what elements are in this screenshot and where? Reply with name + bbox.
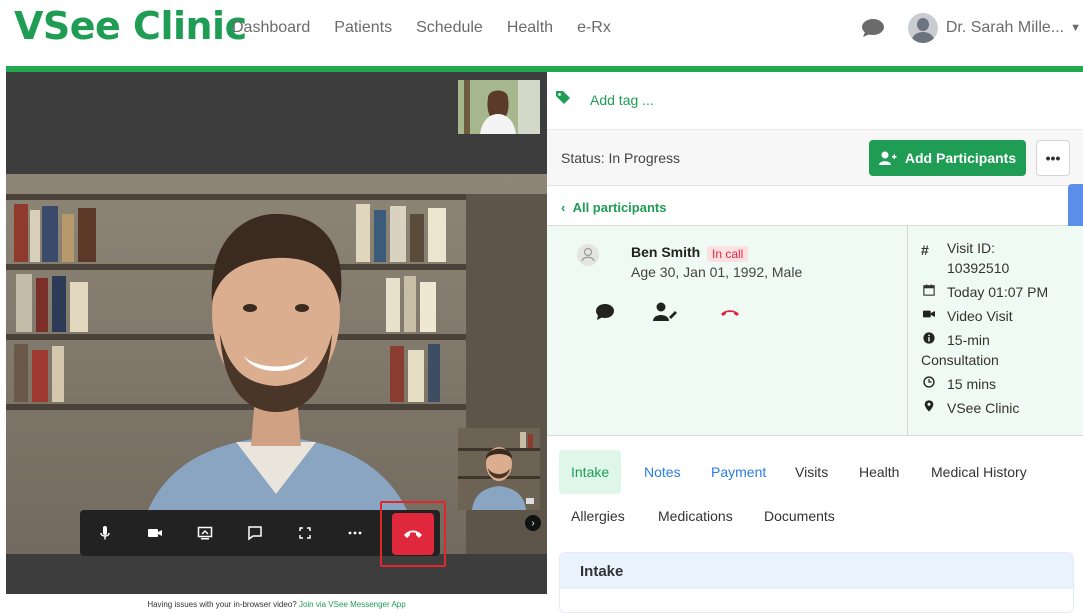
participant-actions [596,302,739,322]
tab-allergies[interactable]: Allergies [559,494,637,538]
screen-share-icon[interactable] [180,510,230,556]
card-divider [907,226,908,436]
hangup-button[interactable] [392,513,434,555]
add-user-icon [878,151,897,165]
video-camera-icon [923,310,935,318]
end-patient-call-icon[interactable] [721,310,739,316]
tag-row: Add tag ... [547,72,1083,130]
main-nav: Dashboard Patients Schedule Health e-Rx [232,19,635,37]
patient-tabs: Intake Notes Payment Visits Health Medic… [559,450,1079,540]
message-patient-icon[interactable] [596,304,614,320]
edit-patient-icon[interactable] [653,302,677,322]
tab-health[interactable]: Health [847,450,911,494]
visit-duration-row: 15 mins [921,374,1081,394]
visit-id-value: 10392510 [947,260,1010,276]
video-help-footer: Having issues with your in-browser video… [6,594,547,613]
phone-hangup-icon [404,530,422,538]
top-header: VSee Clinic Dashboard Patients Schedule … [0,0,1083,66]
tab-medical-history[interactable]: Medical History [919,450,1039,494]
visit-time-row: Today 01:07 PM [921,282,1081,302]
patient-avatar-icon [577,244,599,266]
tab-payment[interactable]: Payment [699,450,778,494]
visit-clinic: VSee Clinic [947,400,1020,416]
clock-icon [923,376,935,388]
nav-schedule[interactable]: Schedule [416,19,483,37]
visit-id-row: # Visit ID: 10392510 [921,238,1081,278]
visit-clinic-row: VSee Clinic [921,398,1081,418]
doctor-thumbnail-video[interactable] [458,80,540,134]
visit-panel: Add tag ... Status: In Progress Add Part… [547,72,1083,613]
visit-type-row: Video Visit [921,306,1081,326]
add-participants-button[interactable]: Add Participants [869,140,1026,176]
chat-bubble-icon[interactable] [860,18,886,38]
more-options-button[interactable]: ••• [1036,140,1070,176]
more-icon[interactable] [330,510,380,556]
all-participants-row: ‹ All participants [547,186,1083,226]
chat-icon[interactable] [230,510,280,556]
user-avatar[interactable] [907,13,938,43]
chevron-right-icon[interactable]: › [525,515,541,531]
info-icon [923,332,935,344]
hangup-highlight [380,501,446,567]
visit-type: Video Visit [947,308,1013,324]
add-participants-label: Add Participants [904,150,1017,166]
header-right: Dr. Sarah Mille... ▼ [860,10,1083,46]
intake-title: Intake [560,553,1073,589]
nav-health[interactable]: Health [507,19,553,37]
tag-icon [556,91,570,104]
microphone-icon[interactable] [80,510,130,556]
add-tag-link[interactable]: Add tag ... [590,92,654,108]
patient-name[interactable]: Ben Smith [631,244,700,260]
video-area: › [6,72,547,594]
tab-notes[interactable]: Notes [632,450,693,494]
tab-medications[interactable]: Medications [646,494,745,538]
visit-reason-b: Consultation [921,352,999,368]
in-call-badge: In call [707,246,749,262]
join-messenger-link[interactable]: Join via VSee Messenger App [299,600,406,609]
visit-status: Status: In Progress [561,150,681,166]
all-participants-link[interactable]: ‹ All participants [561,200,666,215]
camera-icon[interactable] [130,510,180,556]
fullscreen-icon[interactable] [280,510,330,556]
tab-documents[interactable]: Documents [752,494,847,538]
tab-visits[interactable]: Visits [783,450,840,494]
visit-duration: 15 mins [947,376,997,392]
status-row: Status: In Progress Add Participants ••• [547,130,1083,186]
visit-reason-row: 15-min [921,330,1081,350]
participant-card: Ben Smith In call Age 30, Jan 01, 1992, … [547,226,1083,436]
tab-intake[interactable]: Intake [559,450,622,494]
nav-dashboard[interactable]: Dashboard [232,19,310,37]
self-view-thumbnail[interactable] [458,428,540,510]
hash-icon: # [921,242,929,258]
map-pin-icon [924,400,934,412]
patient-video-person [136,213,421,554]
calendar-icon [923,284,935,296]
nav-erx[interactable]: e-Rx [577,19,611,37]
nav-patients[interactable]: Patients [334,19,392,37]
app-logo[interactable]: VSee Clinic [14,4,247,48]
visit-time: Today 01:07 PM [947,284,1049,300]
visit-reason-a: 15-min [947,332,990,348]
all-participants-label: All participants [572,200,667,215]
patient-demographics: Age 30, Jan 01, 1992, Male [631,264,803,280]
visit-info: # Visit ID: 10392510 Today 01:07 PM Video… [921,238,1081,422]
video-help-text: Having issues with your in-browser video… [147,600,297,609]
visit-id-label: Visit ID: [947,240,995,256]
chevron-down-icon[interactable]: ▼ [1070,22,1081,34]
intake-card: Intake [559,552,1074,613]
user-name[interactable]: Dr. Sarah Mille... [946,19,1064,37]
